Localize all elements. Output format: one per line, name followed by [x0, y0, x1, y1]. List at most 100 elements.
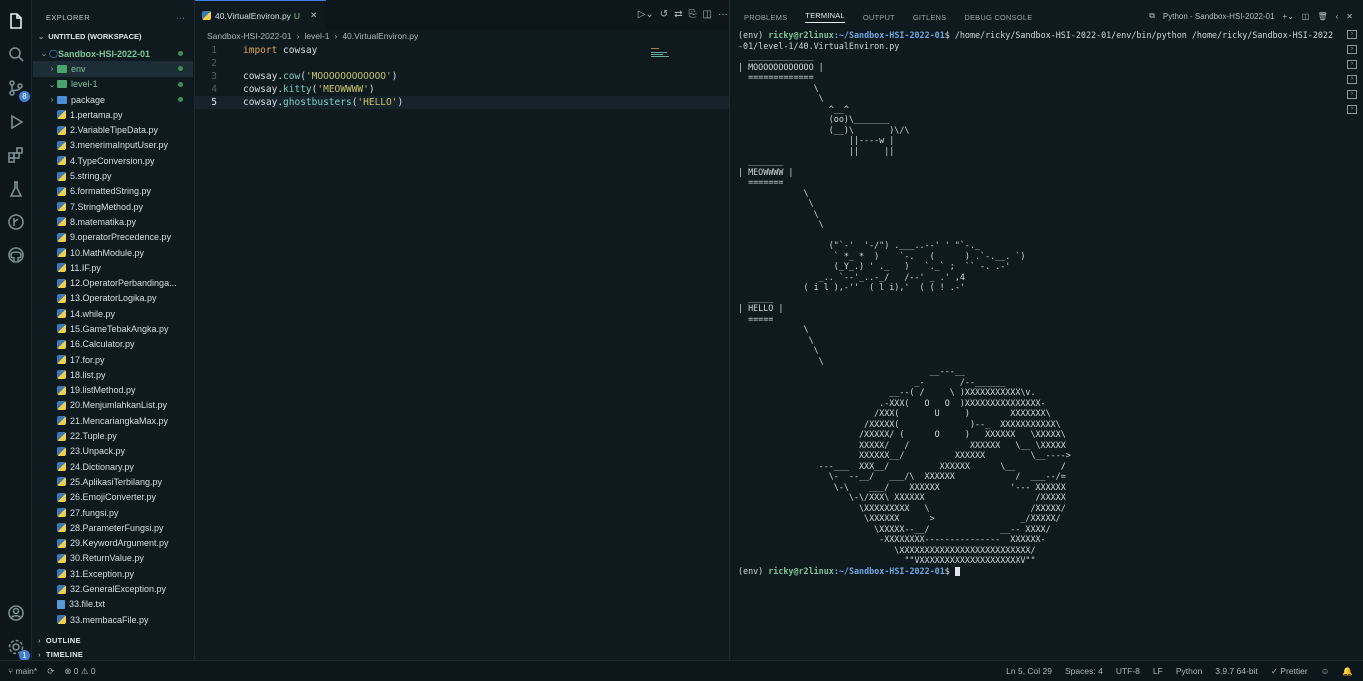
tree-item[interactable]: ⌄ ◯ Sandbox-HSI-2022-01 — [33, 46, 193, 61]
terminal-instance-icon[interactable]: › — [1347, 45, 1357, 54]
indentation[interactable]: Spaces: 4 — [1065, 666, 1103, 677]
breadcrumb-item[interactable]: level-1 — [304, 31, 329, 41]
panel-tab-terminal[interactable]: TERMINAL — [805, 11, 845, 23]
manage-gear-icon[interactable]: 1 — [5, 636, 30, 661]
tree-item[interactable]: 7.StringMethod.py — [33, 199, 193, 214]
explorer-icon[interactable] — [5, 10, 27, 32]
kill-terminal-icon[interactable]: 🗑 — [1317, 12, 1327, 21]
tree-item[interactable]: 12.OperatorPerbandinga... — [33, 275, 193, 290]
split-terminal-icon[interactable]: ◫ — [1302, 12, 1310, 21]
tree-item[interactable]: 11.IF.py — [33, 260, 193, 275]
tree-item[interactable]: 17.for.py — [33, 352, 193, 367]
extensions-icon[interactable] — [5, 144, 27, 166]
run-icon[interactable]: ▷⌄ — [638, 9, 654, 20]
tree-item[interactable]: ⌄ level-1 — [33, 77, 193, 92]
cursor-position[interactable]: Ln 5, Col 29 — [1006, 666, 1052, 677]
editor-more-icon[interactable]: ··· — [718, 9, 728, 20]
breadcrumb-item[interactable]: Sandbox-HSI-2022-01 — [207, 31, 292, 41]
outline-section[interactable]: › OUTLINE — [33, 633, 193, 647]
tab-virtualenviron[interactable]: 40.VirtualEnviron.py U ✕ — [195, 0, 326, 30]
tree-item[interactable]: 18.list.py — [33, 367, 193, 382]
tree-item[interactable]: 30.ReturnValue.py — [33, 551, 193, 566]
tree-item[interactable]: 10.MathModule.py — [33, 245, 193, 260]
terminal-instance-icon[interactable]: › — [1347, 90, 1357, 99]
tree-item[interactable]: 32.GeneralException.py — [33, 581, 193, 596]
branch-item[interactable]: ⑂ main* — [8, 666, 37, 677]
tree-item[interactable]: 4.TypeConversion.py — [33, 153, 193, 168]
minimap[interactable] — [651, 45, 671, 57]
split-editor-icon[interactable]: ◫ — [703, 9, 712, 20]
gitlens-icon[interactable] — [5, 211, 27, 233]
account-icon[interactable] — [5, 602, 27, 624]
code-line[interactable]: 5 cowsay.ghostbusters('HELLO') — [195, 96, 729, 109]
terminal-instance-icon[interactable]: › — [1347, 60, 1357, 69]
source-control-icon[interactable]: 8 — [5, 77, 30, 102]
tree-item[interactable]: 6.formattedString.py — [33, 184, 193, 199]
tree-item[interactable]: 20.MenjumlahkanList.py — [33, 398, 193, 413]
tree-item[interactable]: 1.pertama.py — [33, 107, 193, 122]
breadcrumb-item[interactable]: 40.VirtualEnviron.py — [342, 31, 418, 41]
line-ending[interactable]: LF — [1153, 666, 1163, 677]
panel-tab-gitlens[interactable]: GITLENS — [913, 13, 947, 22]
panel-tab-problems[interactable]: PROBLEMS — [744, 13, 787, 22]
tree-item[interactable]: 15.GameTebakAngka.py — [33, 321, 193, 336]
terminal-output[interactable]: (env) ricky@r2linux:~/Sandbox-HSI-2022-0… — [738, 30, 1333, 660]
code-line[interactable]: 4 cowsay.kitty('MEOWWWW') — [195, 83, 729, 96]
collapse-panel-icon[interactable]: ‹ — [1336, 12, 1339, 21]
history-icon[interactable]: ↺ — [660, 9, 668, 20]
terminal-instance-icon[interactable]: › — [1347, 105, 1357, 114]
timeline-section[interactable]: › TIMELINE — [33, 647, 193, 661]
terminal-profile-label[interactable]: Python - Sandbox-HSI-2022-01 — [1163, 12, 1275, 21]
python-interpreter[interactable]: 3.9.7 64-bit — [1215, 666, 1258, 677]
notifications-bell-icon[interactable]: 🔔 — [1342, 666, 1353, 677]
new-terminal-icon[interactable]: +⌄ — [1283, 12, 1294, 21]
close-tab-icon[interactable]: ✕ — [310, 10, 317, 21]
tree-item[interactable]: 28.ParameterFungsi.py — [33, 520, 193, 535]
github-icon[interactable] — [5, 244, 27, 266]
language-mode[interactable]: Python — [1176, 666, 1202, 677]
tree-item[interactable]: 25.AplikasiTerbilang.py — [33, 474, 193, 489]
tree-item[interactable]: 13.OperatorLogika.py — [33, 291, 193, 306]
tree-item[interactable]: 9.operatorPrecedence.py — [33, 230, 193, 245]
tree-item[interactable]: 23.Unpack.py — [33, 444, 193, 459]
tree-item[interactable]: 29.KeywordArgument.py — [33, 536, 193, 551]
terminal-instance-icon[interactable]: › — [1347, 30, 1357, 39]
code-line[interactable]: 2 — [195, 57, 729, 70]
code-line[interactable]: 3 cowsay.cow('MOOOOOOOOOOOO') — [195, 70, 729, 83]
testing-icon[interactable] — [5, 178, 27, 200]
tree-item[interactable]: 8.matematika.py — [33, 214, 193, 229]
tree-item[interactable]: 14.while.py — [33, 306, 193, 321]
tree-item[interactable]: 24.Dictionary.py — [33, 459, 193, 474]
tree-item[interactable]: 19.listMethod.py — [33, 383, 193, 398]
tree-item[interactable]: 21.MencariangkaMax.py — [33, 413, 193, 428]
encoding[interactable]: UTF-8 — [1116, 666, 1140, 677]
tree-item[interactable]: 33.membacaFile.py — [33, 612, 193, 627]
code-line[interactable]: 1 import cowsay — [195, 44, 729, 57]
open-changes-icon[interactable]: ⎘ — [689, 9, 697, 20]
tree-item[interactable]: 33.file.txt — [33, 597, 193, 612]
tree-item[interactable]: 22.Tuple.py — [33, 428, 193, 443]
feedback-icon[interactable]: ☺ — [1321, 666, 1330, 677]
panel-tab-output[interactable]: OUTPUT — [863, 13, 895, 22]
terminal-instance-icon[interactable]: › — [1347, 75, 1357, 84]
run-debug-icon[interactable] — [5, 111, 27, 133]
sync-icon[interactable]: ⟳ — [47, 666, 54, 677]
tree-item[interactable]: 3.menerimaInputUser.py — [33, 138, 193, 153]
tree-item[interactable]: 31.Exception.py — [33, 566, 193, 581]
more-actions-icon[interactable]: ··· — [176, 13, 185, 22]
tree-item[interactable]: › env — [33, 61, 193, 77]
prettier-status[interactable]: ✓ Prettier — [1271, 666, 1308, 677]
tree-item[interactable]: 26.EmojiConverter.py — [33, 490, 193, 505]
tree-item[interactable]: 16.Calculator.py — [33, 337, 193, 352]
problems-count[interactable]: ⊗ 0 ⚠ 0 — [64, 666, 95, 677]
tree-item[interactable]: 2.VariableTipeData.py — [33, 122, 193, 137]
workspace-header[interactable]: ⌄ UNTITLED (WORKSPACE) — [33, 29, 193, 44]
compare-icon[interactable]: ⇄ — [674, 9, 682, 20]
code-editor[interactable]: 1 import cowsay 2 3 cowsay.cow('MOOOOOOOOOOO… — [195, 44, 729, 109]
tree-item[interactable]: 5.string.py — [33, 168, 193, 183]
tree-item[interactable]: › package — [33, 92, 193, 107]
search-icon[interactable] — [5, 43, 27, 65]
panel-tab-debug-console[interactable]: DEBUG CONSOLE — [964, 13, 1032, 22]
tree-item[interactable]: 27.fungsi.py — [33, 505, 193, 520]
close-panel-icon[interactable]: ✕ — [1346, 12, 1353, 21]
